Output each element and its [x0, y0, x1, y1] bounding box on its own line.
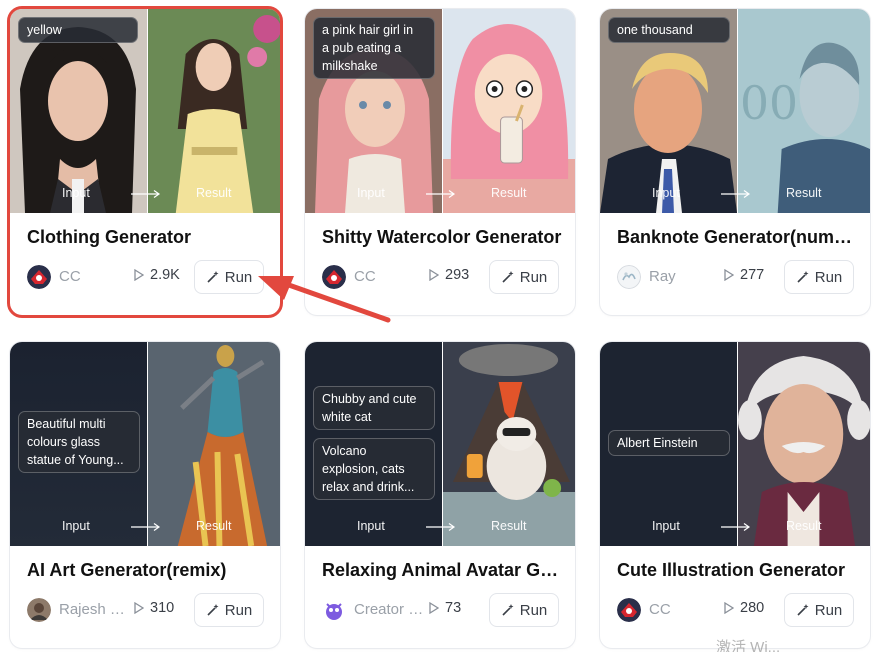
arrow-right-icon [426, 523, 456, 531]
result-image: Result [147, 9, 280, 213]
prompt-chip-secondary: Volcano explosion, cats relax and drink.… [313, 438, 435, 500]
magic-wand-icon [502, 271, 514, 283]
run-button[interactable]: Run [489, 593, 559, 627]
author-name[interactable]: Creator Studio [354, 601, 424, 618]
avatar [27, 265, 51, 289]
input-label: Input [652, 186, 680, 200]
author-name[interactable]: Rajesh Kumar [59, 601, 129, 618]
input-label: Input [62, 186, 90, 200]
run-count: 2.9K [134, 267, 180, 283]
card-title[interactable]: Relaxing Animal Avatar Generator [322, 560, 562, 581]
run-count: 277 [724, 267, 764, 283]
magic-wand-icon [502, 604, 514, 616]
avatar [27, 598, 51, 622]
app-card-relaxing-animal-avatar[interactable]: Input Result Chubby and cute white cat V… [305, 342, 575, 648]
app-card-banknote-generator[interactable]: Input 000 Result one thousand Banknote G… [600, 9, 870, 315]
prompt-chip: Chubby and cute white cat [313, 386, 435, 430]
author-name[interactable]: Ray [649, 268, 719, 285]
app-card-shitty-watercolor-generator[interactable]: Input Result a pink hair girl in a pub e… [305, 9, 575, 315]
result-image: Result [737, 342, 870, 546]
result-label: Result [786, 186, 822, 200]
prompt-chip: yellow [18, 17, 138, 43]
card-title[interactable]: Shitty Watercolor Generator [322, 227, 562, 248]
preview-image[interactable]: Input Result Albert Einstein [600, 342, 870, 546]
run-count: 73 [429, 600, 461, 616]
arrow-right-icon [426, 190, 456, 198]
input-label: Input [652, 519, 680, 533]
run-button[interactable]: Run [784, 593, 854, 627]
magic-wand-icon [797, 271, 809, 283]
run-button[interactable]: Run [194, 593, 264, 627]
run-button[interactable]: Run [784, 260, 854, 294]
prompt-chip: Beautiful multi colours glass statue of … [18, 411, 140, 473]
card-title[interactable]: Cute Illustration Generator [617, 560, 857, 581]
avatar [617, 265, 641, 289]
avatar [617, 598, 641, 622]
result-image: 000 Result [737, 9, 870, 213]
app-card-cute-illustration-generator[interactable]: Input Result Albert Einstein Cute Illust… [600, 342, 870, 648]
os-watermark: 激活 Wi... [716, 639, 781, 652]
magic-wand-icon [797, 604, 809, 616]
play-icon [724, 602, 734, 614]
result-label: Result [491, 186, 527, 200]
run-button[interactable]: Run [489, 260, 559, 294]
card-title[interactable]: Clothing Generator [27, 227, 267, 248]
preview-image[interactable]: Input Result a pink hair girl in a pub e… [305, 9, 575, 213]
run-count: 310 [134, 600, 174, 616]
annotation-arrow-icon [258, 276, 391, 323]
result-label: Result [196, 186, 232, 200]
preview-image[interactable]: Input 000 Result one thousand [600, 9, 870, 213]
play-icon [724, 269, 734, 281]
play-icon [429, 602, 439, 614]
prompt-chip: Albert Einstein [608, 430, 730, 456]
result-label: Result [786, 519, 822, 533]
arrow-right-icon [721, 523, 751, 531]
avatar [322, 598, 346, 622]
arrow-right-icon [721, 190, 751, 198]
magic-wand-icon [207, 271, 219, 283]
preview-image[interactable]: Input Result Beautiful multi colours gla… [10, 342, 280, 546]
run-count: 293 [429, 267, 469, 283]
preview-image[interactable]: Input Result yellow [10, 9, 280, 213]
author-name[interactable]: CC [59, 268, 129, 285]
app-card-clothing-generator[interactable]: Input Result yellow Clothing Generator C… [7, 6, 283, 318]
result-image: Result [442, 342, 575, 546]
result-image: Result [147, 342, 280, 546]
arrow-right-icon [131, 190, 161, 198]
input-label: Input [357, 186, 385, 200]
arrow-right-icon [131, 523, 161, 531]
prompt-chip: one thousand [608, 17, 730, 43]
result-label: Result [491, 519, 527, 533]
prompt-chip: a pink hair girl in a pub eating a milks… [313, 17, 435, 79]
play-icon [134, 269, 144, 281]
play-icon [134, 602, 144, 614]
input-label: Input [357, 519, 385, 533]
result-label: Result [196, 519, 232, 533]
preview-image[interactable]: Input Result Chubby and cute white cat V… [305, 342, 575, 546]
app-card-ai-art-generator[interactable]: Input Result Beautiful multi colours gla… [10, 342, 280, 648]
result-image: Result [442, 9, 575, 213]
play-icon [429, 269, 439, 281]
input-label: Input [62, 519, 90, 533]
magic-wand-icon [207, 604, 219, 616]
run-count: 280 [724, 600, 764, 616]
author-name[interactable]: CC [649, 601, 719, 618]
card-title[interactable]: Banknote Generator(number) [617, 227, 857, 248]
card-title[interactable]: AI Art Generator(remix) [27, 560, 267, 581]
